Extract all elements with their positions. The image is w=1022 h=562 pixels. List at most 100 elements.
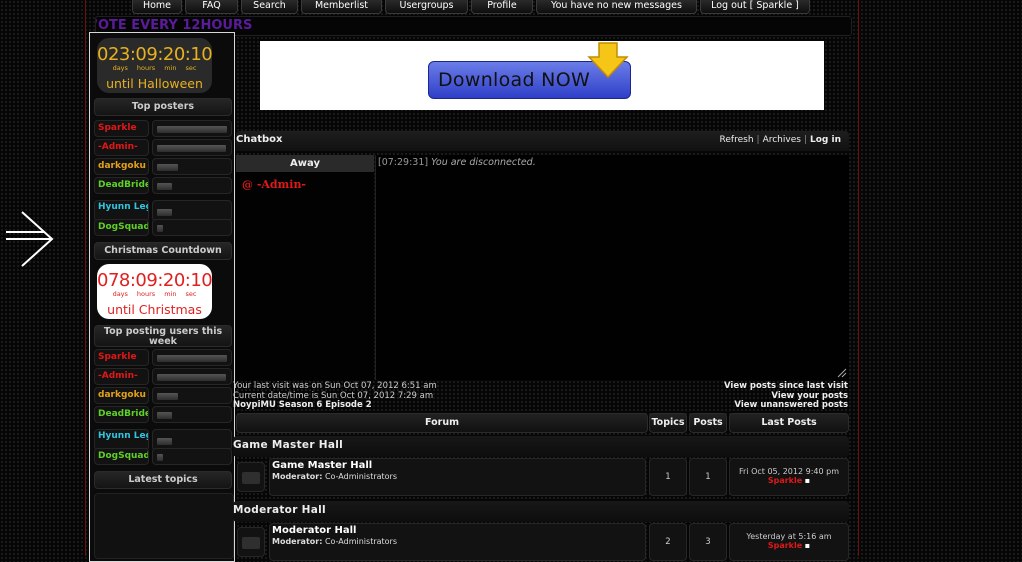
resize-handle-icon[interactable] <box>837 368 847 378</box>
poster-name[interactable]: DeadBride <box>94 406 149 423</box>
last-post-user[interactable]: Sparkle <box>768 476 802 485</box>
category-title[interactable]: Game Master Hall <box>233 439 343 451</box>
away-user-admin[interactable]: @ -Admin- <box>242 178 306 191</box>
nav-memberlist[interactable]: Memberlist <box>301 0 382 14</box>
chat-message: [07:29:31] You are disconnected. <box>378 157 536 168</box>
visit-info: Your last visit was on Sun Oct 07, 2012 … <box>233 381 437 411</box>
poster-row: -Admin- <box>94 139 234 156</box>
halloween-countdown: 023:09:20:10 days hours min sec until Ha… <box>97 38 213 93</box>
forum-status-icon <box>237 462 265 492</box>
topics-count: 2 <box>649 523 687 561</box>
poster-row: DeadBride <box>94 177 234 194</box>
poster-bar <box>157 374 226 381</box>
poster-bar <box>157 209 172 216</box>
chatbox-refresh-link[interactable]: Refresh <box>720 135 754 145</box>
poster-bar-track <box>152 120 232 137</box>
forum-status-icon <box>237 527 265 557</box>
post-links: View posts since last visit View your po… <box>724 381 848 411</box>
last-post-date: Yesterday at 5:16 am <box>746 532 832 541</box>
poster-bar-track <box>152 448 232 465</box>
forum-row-moderator-hall: Moderator Hall Moderator: Co-Administrat… <box>269 523 646 561</box>
poster-row: DeadBride <box>94 406 234 423</box>
nav-faq[interactable]: FAQ <box>185 0 238 14</box>
last-post-user[interactable]: Sparkle <box>768 541 802 550</box>
poster-row: darkgoku <box>94 158 234 175</box>
moderator-label: Moderator: <box>272 537 323 546</box>
poster-bar-track <box>152 349 232 366</box>
chat-messages: [07:29:31] You are disconnected. <box>375 155 849 380</box>
sidebar: 023:09:20:10 days hours min sec until Ha… <box>89 32 235 562</box>
poster-row: -Admin- <box>94 368 234 385</box>
last-post-link-icon[interactable]: ▪ <box>805 476 810 485</box>
topics-count: 1 <box>649 458 687 496</box>
forum-name[interactable]: Game Master Hall <box>272 460 372 471</box>
christmas-timer: 078:09:20:10 <box>97 270 213 291</box>
latest-topics-heading: Latest topics <box>94 471 232 489</box>
chatbox-archives-link[interactable]: Archives <box>763 135 801 145</box>
unit-min: min <box>164 64 177 72</box>
header-forum: Forum <box>236 413 648 433</box>
poster-name[interactable]: Sparkle <box>94 120 149 137</box>
poster-name[interactable]: -Admin- <box>94 139 149 156</box>
last-post: Fri Oct 05, 2012 9:40 pm Sparkle ▪ <box>729 458 849 496</box>
nav-search[interactable]: Search <box>241 0 298 14</box>
poster-row: darkgoku <box>94 387 234 404</box>
latest-topics-panel <box>94 493 234 559</box>
poster-name[interactable]: DeadBride <box>94 177 149 194</box>
poster-bar <box>157 412 172 419</box>
chatbox-header: Chatbox Refresh | Archives | Log in <box>236 131 849 151</box>
category-title[interactable]: Moderator Hall <box>233 504 326 516</box>
top-posters-heading: Top posters <box>94 98 232 116</box>
unit-days: days <box>112 290 128 298</box>
nav-usergroups[interactable]: Usergroups <box>385 0 468 14</box>
download-banner[interactable]: Download NOW <box>260 41 824 110</box>
christmas-label: until Christmas <box>107 302 202 317</box>
unit-hours: hours <box>136 64 156 72</box>
poster-bar <box>157 145 226 152</box>
poster-name[interactable]: Sparkle <box>94 349 149 366</box>
category-moderator-hall[interactable]: Moderator Hall <box>233 501 849 522</box>
poster-name[interactable]: DogSquad <box>94 448 149 465</box>
nav-home[interactable]: Home <box>132 0 182 14</box>
unit-sec: sec <box>185 64 197 72</box>
poster-bar-track <box>152 219 232 236</box>
chatbox-title: Chatbox <box>236 134 283 145</box>
nav-logout[interactable]: Log out [ Sparkle ] <box>700 0 810 14</box>
episode-title: NoypiMU Season 6 Episode 2 <box>233 400 372 410</box>
poster-row: DogSquad <box>94 448 234 465</box>
christmas-heading: Christmas Countdown <box>94 242 232 260</box>
poster-name[interactable]: DogSquad <box>94 219 149 236</box>
poster-bar-track <box>152 139 232 156</box>
poster-bar-track <box>152 387 232 404</box>
moderator-name[interactable]: Co-Administrators <box>325 472 397 481</box>
unit-days: days <box>112 64 128 72</box>
poster-bar <box>157 183 172 190</box>
posts-count: 1 <box>689 458 727 496</box>
message-time: [07:29:31] <box>378 157 429 168</box>
poster-name[interactable]: -Admin- <box>94 368 149 385</box>
poster-bar-track <box>152 177 232 194</box>
unit-sec: sec <box>185 290 197 298</box>
moderator-name[interactable]: Co-Administrators <box>325 537 397 546</box>
poster-row: DogSquad <box>94 219 234 236</box>
nav-messages[interactable]: You have no new messages <box>536 0 697 14</box>
poster-bar <box>157 355 227 362</box>
chat-user-list: @ -Admin- <box>236 172 374 380</box>
top-week-heading: Top posting users this week <box>94 325 232 347</box>
nav-profile[interactable]: Profile <box>471 0 533 14</box>
category-game-master-hall[interactable]: Game Master Hall <box>233 436 849 457</box>
poster-bar-track <box>152 368 232 385</box>
last-post: Yesterday at 5:16 am Sparkle ▪ <box>729 523 849 561</box>
forum-name[interactable]: Moderator Hall <box>272 525 356 536</box>
poster-bar-track <box>152 406 232 423</box>
chatbox-login-link[interactable]: Log in <box>810 135 841 145</box>
poster-bar <box>157 225 163 232</box>
moderator-label: Moderator: <box>272 472 323 481</box>
header-posts: Posts <box>689 413 727 433</box>
last-post-link-icon[interactable]: ▪ <box>805 541 810 550</box>
poster-name[interactable]: darkgoku <box>94 158 149 175</box>
forum-row-game-master-hall: Game Master Hall Moderator: Co-Administr… <box>269 458 646 496</box>
view-unanswered-link[interactable]: View unanswered posts <box>724 400 848 411</box>
halloween-timer: 023:09:20:10 <box>97 44 213 65</box>
poster-name[interactable]: darkgoku <box>94 387 149 404</box>
